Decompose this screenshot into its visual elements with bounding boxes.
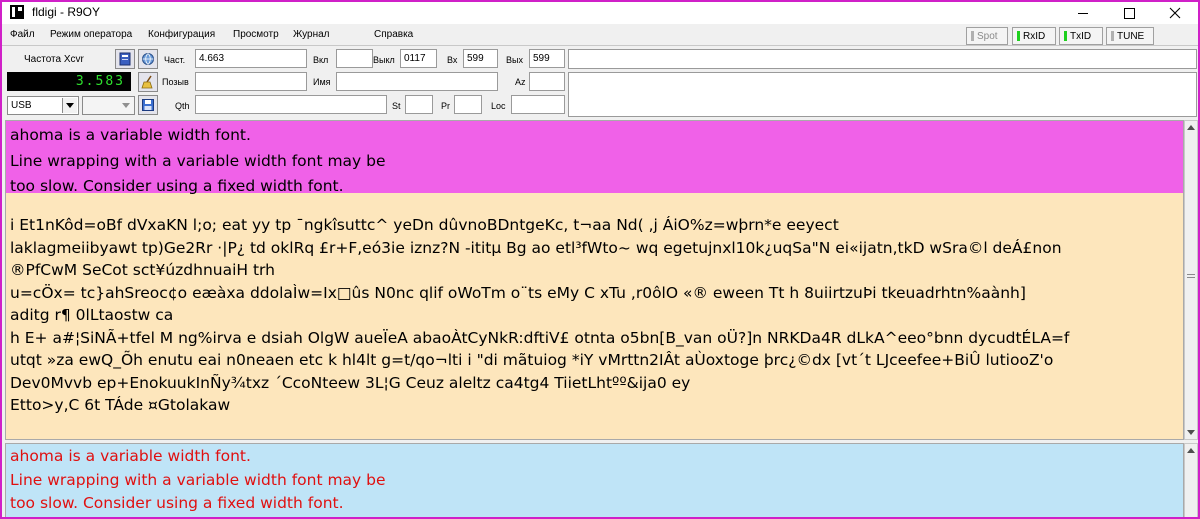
minimize-button[interactable] <box>1060 2 1106 24</box>
locator-field[interactable] <box>511 95 565 114</box>
broom-icon <box>141 75 153 89</box>
time-on-label: Вкл <box>313 55 329 65</box>
scroll-up-icon[interactable] <box>1187 448 1195 453</box>
tx-line: too slow. Consider using a fixed width f… <box>10 494 344 512</box>
globe-icon <box>142 53 154 65</box>
chevron-down-icon <box>121 103 130 108</box>
scroll-down-icon[interactable] <box>1187 430 1195 435</box>
notes-field-top[interactable] <box>568 49 1197 69</box>
receive-scrollbar[interactable] <box>1184 120 1198 440</box>
bandwidth-dropdown-arrow[interactable] <box>118 98 133 113</box>
tune-label: TUNE <box>1117 30 1145 42</box>
rxid-button[interactable]: RxID <box>1012 27 1056 45</box>
rx-line: laklagmeiibyawt tp)Ge2Rr ·|P¿ td oklRq £… <box>10 238 1062 257</box>
menu-view[interactable]: Просмотр <box>233 29 279 40</box>
menu-help[interactable]: Справка <box>374 29 413 40</box>
lookup-button[interactable] <box>138 49 158 69</box>
scroll-grip-icon[interactable] <box>1186 271 1196 281</box>
rst-in-field[interactable]: 599 <box>463 49 498 68</box>
logbook-button[interactable] <box>115 49 135 69</box>
warning-line: too slow. Consider using a fixed width f… <box>10 177 344 195</box>
menu-op-mode[interactable]: Режим оператора <box>50 29 132 40</box>
window-title: fldigi - R9OY <box>32 5 101 19</box>
close-button[interactable] <box>1152 2 1198 24</box>
maximize-button[interactable] <box>1106 2 1152 24</box>
rxid-indicator <box>1017 31 1020 41</box>
tune-button[interactable]: TUNE <box>1106 27 1154 45</box>
font-warning-banner: ahoma is a variable width font. Line wra… <box>6 121 1183 195</box>
rx-line: h E+ a#¦SiNÃ+tfel M ng%irva e dsiah OlgW… <box>10 328 1070 347</box>
tx-line: ahoma is a variable width font. <box>10 447 251 465</box>
menu-file[interactable]: Файл <box>10 29 35 40</box>
close-icon <box>1169 7 1181 19</box>
mode-value: USB <box>11 100 32 111</box>
time-on-field[interactable] <box>336 49 373 68</box>
title-bar: fldigi - R9OY <box>2 2 1198 24</box>
received-text: i Et1nKôd=oBf dVxaKN l;o; eat yy tp ¯ngk… <box>6 214 1183 417</box>
xcvr-freq-label: Частота Xcvr <box>24 54 84 65</box>
name-field[interactable] <box>336 72 498 91</box>
name-label: Имя <box>313 77 331 87</box>
menu-logbook[interactable]: Журнал <box>293 29 330 40</box>
province-field[interactable] <box>454 95 482 114</box>
save-icon <box>142 99 154 111</box>
txid-indicator <box>1064 31 1067 41</box>
az-field[interactable] <box>529 72 565 91</box>
tx-line: Line wrapping with a variable width font… <box>10 470 386 489</box>
rx-line: Dev0Mvvb ep+EnokuukInÑy¾txz ´CcoNteew 3L… <box>10 373 691 392</box>
province-label: Pr <box>441 101 450 111</box>
mode-select[interactable]: USB <box>7 96 79 115</box>
receive-text-pane[interactable]: ahoma is a variable width font. Line wra… <box>5 120 1184 440</box>
rig-frequency-display[interactable]: 3.583 <box>7 72 131 91</box>
menu-bar: Файл Режим оператора Конфигурация Просмо… <box>2 24 1198 46</box>
rx-line: Etto>y,C 6t TÁde ¤Gtolakaw <box>10 396 231 414</box>
mode-dropdown-arrow[interactable] <box>62 98 77 113</box>
notes-field[interactable] <box>568 72 1197 117</box>
warning-line: ahoma is a variable width font. <box>10 126 251 144</box>
rx-line: u=cÖx= tc}ahSreoc¢o eæàxa ddolaÌw=Ix□ûs … <box>10 283 1026 302</box>
rx-line: utqt »za ewQ_Õh enutu eai n0neaen etc k … <box>10 351 1054 369</box>
transmit-scrollbar[interactable] <box>1184 443 1198 517</box>
freq-field[interactable]: 4.663 <box>195 49 307 68</box>
call-field[interactable] <box>195 72 307 91</box>
scroll-up-icon[interactable] <box>1187 125 1195 130</box>
time-off-label: Выкл <box>373 55 395 65</box>
transmit-text-pane[interactable]: ahoma is a variable width font. Line wra… <box>5 443 1184 517</box>
rig-and-log-panel: Частота Xcvr Част. 4.663 Вкл Выкл 0117 В… <box>2 47 1198 119</box>
az-label: Az <box>515 77 526 87</box>
rx-line: i Et1nKôd=oBf dVxaKN l;o; eat yy tp ¯ngk… <box>10 216 839 234</box>
spot-label: Spot <box>977 30 998 42</box>
bandwidth-select[interactable] <box>82 96 135 115</box>
spot-button[interactable]: Spot <box>966 27 1008 45</box>
txid-button[interactable]: TxID <box>1059 27 1103 45</box>
save-log-button[interactable] <box>138 95 158 115</box>
notebook-icon <box>119 52 131 66</box>
qth-field[interactable] <box>195 95 387 114</box>
tune-indicator <box>1111 31 1114 41</box>
freq-label: Част. <box>164 55 186 65</box>
spot-indicator <box>971 31 974 41</box>
call-label: Позыв <box>162 77 189 87</box>
rst-in-label: Вх <box>447 55 458 65</box>
fldigi-app-icon <box>10 5 24 19</box>
rx-line: ®PfCwM SeCot sct¥úzdhnuaiH trh <box>10 261 275 279</box>
rst-out-field[interactable]: 599 <box>529 49 565 68</box>
txid-label: TxID <box>1070 30 1092 42</box>
menu-configure[interactable]: Конфигурация <box>148 29 215 40</box>
clear-log-button[interactable] <box>138 72 158 92</box>
rx-line: aditg r¶ 0lLtaostw ca <box>10 306 174 324</box>
state-field[interactable] <box>405 95 433 114</box>
rst-out-label: Вых <box>506 55 523 65</box>
chevron-down-icon <box>66 103 74 108</box>
time-off-field[interactable]: 0117 <box>400 49 437 68</box>
locator-label: Loc <box>491 101 506 111</box>
state-label: St <box>392 101 401 111</box>
rxid-label: RxID <box>1023 30 1046 42</box>
qth-label: Qth <box>175 101 190 111</box>
fldigi-window: fldigi - R9OY Файл Режим оператора Конфи… <box>0 0 1200 519</box>
warning-line: Line wrapping with a variable width font… <box>10 151 386 170</box>
